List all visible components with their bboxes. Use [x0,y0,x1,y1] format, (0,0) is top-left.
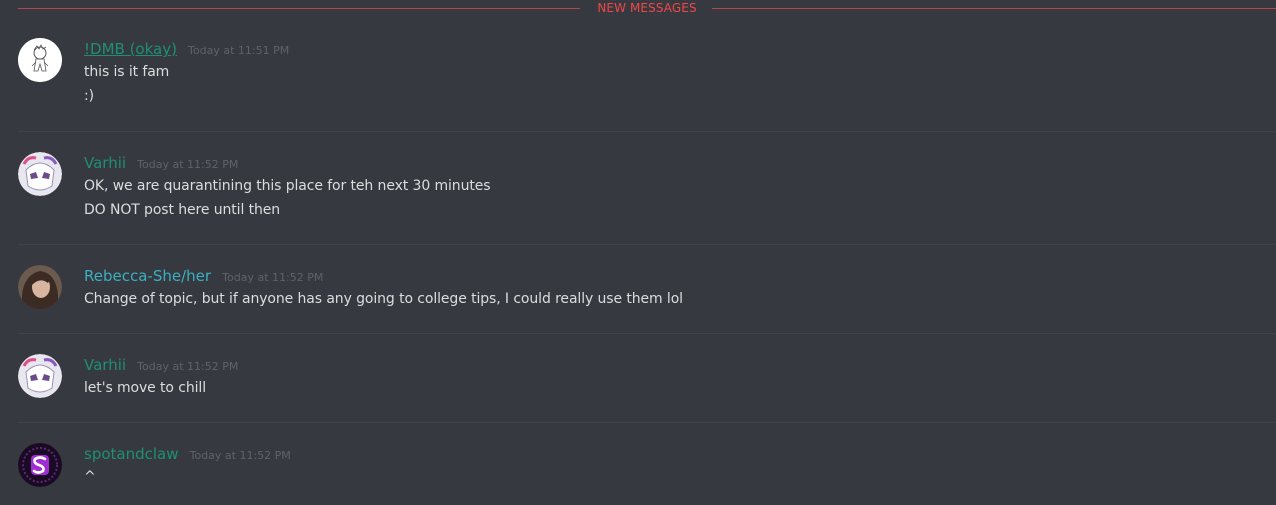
message-list: !DMB (okay) Today at 11:51 PM this is it… [0,0,1276,505]
s-logo-avatar-icon [18,443,62,487]
message-timestamp: Today at 11:52 PM [137,158,239,171]
message-text: let's move to chill [84,380,206,396]
message-separator [18,131,1276,132]
avatar[interactable] [18,152,62,196]
avatar[interactable] [18,443,62,487]
message-text: DO NOT post here until then [84,202,281,218]
message-separator [18,333,1276,334]
message-separator [18,422,1276,423]
message-text: :) [84,88,94,104]
author-name[interactable]: Varhii [84,356,126,374]
message-text: this is it fam [84,64,170,80]
spider-gwen-avatar-icon [18,152,62,196]
message-timestamp: Today at 11:51 PM [188,44,290,57]
photo-avatar-icon [18,265,62,309]
author-name[interactable]: spotandclaw [84,445,179,463]
author-name[interactable]: !DMB (okay) [84,40,177,58]
message-timestamp: Today at 11:52 PM [189,449,291,462]
sketch-avatar-icon [18,38,62,82]
message-text: ^ [84,469,96,485]
author-name[interactable]: Varhii [84,154,126,172]
avatar[interactable] [18,38,62,82]
message-timestamp: Today at 11:52 PM [137,360,239,373]
avatar[interactable] [18,265,62,309]
avatar[interactable] [18,354,62,398]
author-name[interactable]: Rebecca-She/her [84,267,211,285]
message-text: Change of topic, but if anyone has any g… [84,291,683,307]
message-separator [18,244,1276,245]
spider-gwen-avatar-icon [18,354,62,398]
message-text: OK, we are quarantining this place for t… [84,178,491,194]
message-timestamp: Today at 11:52 PM [222,271,324,284]
